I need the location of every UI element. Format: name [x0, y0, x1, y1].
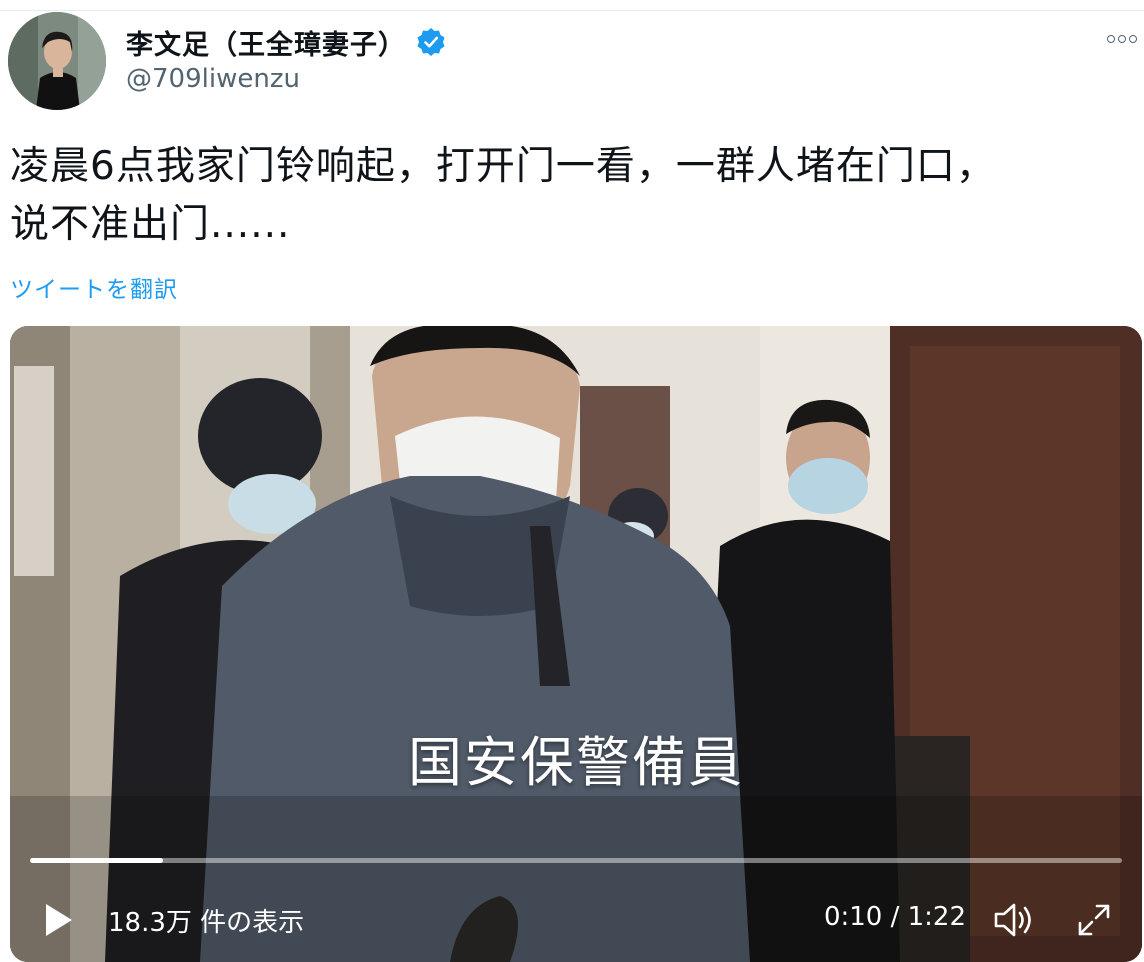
volume-icon[interactable]: [992, 900, 1038, 940]
verified-badge-icon: [416, 27, 446, 57]
avatar[interactable]: [8, 12, 106, 110]
video-frame: [10, 326, 1142, 962]
tweet-text-line-2: 说不准出门......: [10, 202, 291, 247]
video-controls: 18.3万 件の表示 0:10 / 1:22: [10, 886, 1142, 950]
play-icon[interactable]: [38, 900, 78, 940]
video-time: 0:10 / 1:22: [823, 902, 966, 932]
video-progress-bar[interactable]: [30, 858, 1122, 863]
view-count: 18.3万 件の表示: [108, 908, 305, 938]
avatar-photo: [8, 12, 106, 110]
translate-tweet-link[interactable]: ツイートを翻訳: [10, 270, 178, 304]
more-options-icon[interactable]: [1104, 28, 1140, 50]
video-progress-fill: [30, 858, 164, 863]
video-player[interactable]: 国安保警備員 18.3万 件の表示 0:10 / 1:22: [10, 326, 1142, 962]
author-name-row: 李文足（王全璋妻子）: [126, 23, 446, 62]
tweet-text-line-1: 凌晨6点我家门铃响起，打开门一看，一群人堵在门口，: [10, 144, 996, 189]
display-name[interactable]: 李文足（王全璋妻子）: [126, 23, 406, 62]
video-subtitle: 国安保警備員: [408, 731, 744, 794]
fullscreen-icon[interactable]: [1074, 900, 1114, 940]
top-divider: [0, 10, 1144, 11]
tweet-text: 凌晨6点我家门铃响起，打开门一看，一群人堵在门口， 说不准出门......: [10, 138, 1130, 254]
user-handle[interactable]: @709liwenzu: [126, 64, 300, 94]
